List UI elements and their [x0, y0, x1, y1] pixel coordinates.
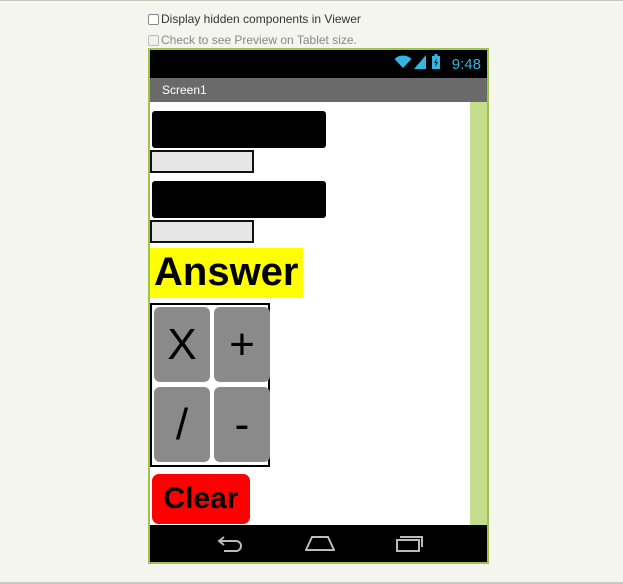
clear-button[interactable]: Clear — [152, 474, 250, 524]
battery-icon — [431, 54, 440, 74]
number-input-1[interactable] — [150, 150, 254, 173]
hidden-components-label: Display hidden components in Viewer — [161, 12, 361, 26]
navigation-bar — [150, 525, 487, 562]
add-button[interactable]: + — [214, 307, 270, 382]
subtract-button[interactable]: - — [214, 387, 270, 462]
screen-title: Screen1 — [150, 78, 487, 102]
signal-icon — [413, 54, 426, 74]
number-input-2[interactable] — [150, 220, 254, 243]
back-icon[interactable] — [216, 533, 246, 553]
screen-content: Answer X + / - Clear — [150, 102, 470, 525]
label-block-2 — [152, 181, 326, 218]
status-bar: 9:48 — [150, 50, 487, 78]
hidden-components-option[interactable]: Display hidden components in Viewer — [148, 12, 361, 26]
label-block-1 — [152, 111, 326, 148]
status-time: 9:48 — [451, 55, 481, 73]
tablet-preview-option: Check to see Preview on Tablet size. — [148, 33, 357, 47]
operator-button-grid: X + / - — [150, 303, 270, 467]
top-border — [0, 0, 623, 1]
home-icon[interactable] — [304, 533, 336, 553]
divide-button[interactable]: / — [154, 387, 210, 462]
scrollbar[interactable] — [470, 102, 487, 525]
answer-label: Answer — [150, 248, 303, 298]
wifi-icon — [394, 54, 412, 74]
tablet-preview-checkbox — [148, 34, 159, 46]
hidden-components-checkbox[interactable] — [148, 13, 159, 25]
multiply-button[interactable]: X — [154, 307, 210, 382]
status-icons — [394, 54, 440, 74]
recent-apps-icon[interactable] — [394, 533, 424, 553]
phone-viewer: 9:48 Screen1 Answer X + / - Clear — [148, 48, 489, 564]
tablet-preview-label: Check to see Preview on Tablet size. — [161, 33, 357, 47]
